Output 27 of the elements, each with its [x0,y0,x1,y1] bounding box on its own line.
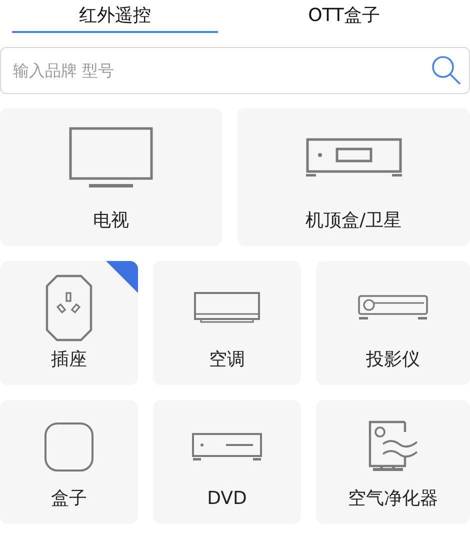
search-icon[interactable] [430,54,462,86]
device-card[interactable]: 盒子 [0,400,138,524]
device-card[interactable]: 电视 [0,108,222,246]
device-label: 机顶盒/卫星 [305,209,402,233]
device-card[interactable]: 投影仪 [316,261,470,385]
tv-icon [69,126,153,188]
device-label: DVD [207,487,247,511]
square-icon [44,422,94,472]
tab[interactable]: OTT盒子 [218,0,470,33]
device-label: 盒子 [51,487,87,511]
tab[interactable]: 红外遥控 [12,0,218,33]
projector-icon [358,294,428,320]
device-label: 空调 [209,348,245,372]
search-field[interactable]: 输入品牌 型号 [0,47,470,94]
device-label: 投影仪 [366,348,420,372]
device-label: 空气净化器 [348,487,438,511]
device-label: 电视 [93,209,129,233]
device-card[interactable]: 空调 [153,261,301,385]
device-label: 插座 [51,348,87,372]
device-card[interactable]: 插座 [0,261,138,385]
dvd-player-icon [192,432,262,460]
device-card[interactable]: 空气净化器 [316,400,470,524]
socket-icon [45,274,93,342]
device-card[interactable]: 机顶盒/卫星 [237,108,470,246]
device-card[interactable]: DVD [153,400,301,524]
set-top-box-icon [306,138,402,178]
air-conditioner-icon [194,292,260,324]
